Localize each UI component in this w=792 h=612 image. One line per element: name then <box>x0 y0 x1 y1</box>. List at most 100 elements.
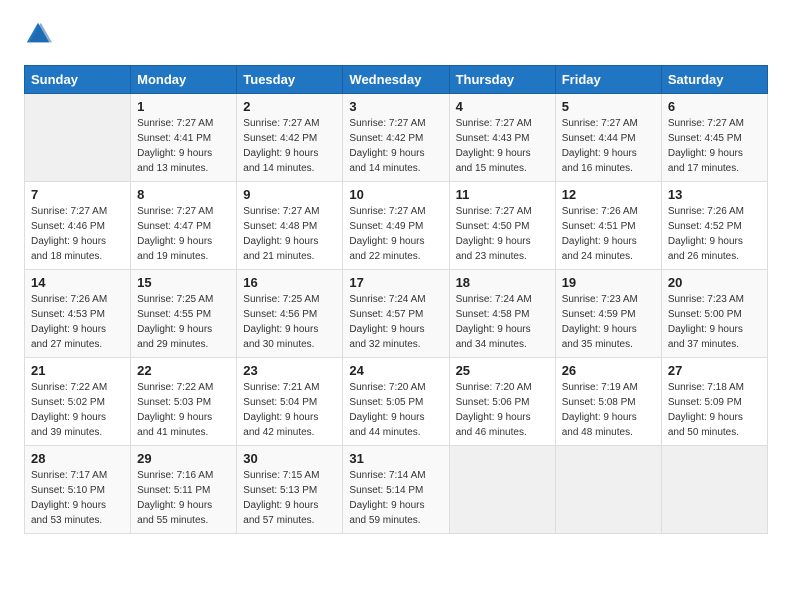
calendar-day-cell: 1Sunrise: 7:27 AMSunset: 4:41 PMDaylight… <box>131 94 237 182</box>
header <box>24 20 768 53</box>
day-number: 13 <box>668 187 761 202</box>
day-info: Sunrise: 7:27 AMSunset: 4:44 PMDaylight:… <box>562 116 655 176</box>
day-number: 27 <box>668 363 761 378</box>
calendar-day-cell: 5 Sunrise: 7:27 AMSunset: 4:44 PMDaylight… <box>555 94 661 182</box>
calendar-week-row: 7 Sunrise: 7:27 AMSunset: 4:46 PMDaylight… <box>25 182 768 270</box>
day-info: Sunrise: 7:27 AMSunset: 4:46 PMDaylight:… <box>31 204 124 264</box>
calendar-day-cell <box>661 446 767 534</box>
calendar-day-cell <box>25 94 131 182</box>
calendar-body: 1Sunrise: 7:27 AMSunset: 4:41 PMDaylight… <box>25 94 768 534</box>
day-info: Sunrise: 7:22 AMSunset: 5:03 PMDaylight:… <box>137 380 230 440</box>
day-number: 23 <box>243 363 336 378</box>
calendar-day-cell: 9 Sunrise: 7:27 AMSunset: 4:48 PMDaylight… <box>237 182 343 270</box>
calendar-table: SundayMondayTuesdayWednesdayThursdayFrid… <box>24 65 768 534</box>
day-number: 1 <box>137 99 230 114</box>
day-number: 18 <box>456 275 549 290</box>
day-number: 7 <box>31 187 124 202</box>
calendar-day-cell: 3 Sunrise: 7:27 AMSunset: 4:42 PMDaylight… <box>343 94 449 182</box>
calendar-week-row: 14 Sunrise: 7:26 AMSunset: 4:53 PMDayligh… <box>25 270 768 358</box>
calendar-day-cell: 28 Sunrise: 7:17 AMSunset: 5:10 PMDayligh… <box>25 446 131 534</box>
day-number: 22 <box>137 363 230 378</box>
day-info: Sunrise: 7:27 AMSunset: 4:43 PMDaylight:… <box>456 116 549 176</box>
day-number: 17 <box>349 275 442 290</box>
day-number: 28 <box>31 451 124 466</box>
calendar-header-cell: Thursday <box>449 66 555 94</box>
day-number: 25 <box>456 363 549 378</box>
day-info: Sunrise: 7:27 AMSunset: 4:48 PMDaylight:… <box>243 204 336 264</box>
calendar-day-cell: 23 Sunrise: 7:21 AMSunset: 5:04 PMDayligh… <box>237 358 343 446</box>
day-number: 31 <box>349 451 442 466</box>
day-info: Sunrise: 7:19 AMSunset: 5:08 PMDaylight:… <box>562 380 655 440</box>
day-number: 9 <box>243 187 336 202</box>
calendar-header-cell: Tuesday <box>237 66 343 94</box>
day-info: Sunrise: 7:18 AMSunset: 5:09 PMDaylight:… <box>668 380 761 440</box>
day-info: Sunrise: 7:25 AMSunset: 4:56 PMDaylight:… <box>243 292 336 352</box>
day-info: Sunrise: 7:25 AMSunset: 4:55 PMDaylight:… <box>137 292 230 352</box>
day-info: Sunrise: 7:27 AMSunset: 4:49 PMDaylight:… <box>349 204 442 264</box>
calendar-header-cell: Monday <box>131 66 237 94</box>
day-number: 24 <box>349 363 442 378</box>
day-info: Sunrise: 7:23 AMSunset: 4:59 PMDaylight:… <box>562 292 655 352</box>
day-info: Sunrise: 7:16 AMSunset: 5:11 PMDaylight:… <box>137 468 230 528</box>
day-number: 20 <box>668 275 761 290</box>
calendar-day-cell <box>449 446 555 534</box>
day-number: 19 <box>562 275 655 290</box>
calendar-header-row: SundayMondayTuesdayWednesdayThursdayFrid… <box>25 66 768 94</box>
calendar-day-cell: 24 Sunrise: 7:20 AMSunset: 5:05 PMDayligh… <box>343 358 449 446</box>
day-number: 30 <box>243 451 336 466</box>
day-number: 21 <box>31 363 124 378</box>
calendar-week-row: 28 Sunrise: 7:17 AMSunset: 5:10 PMDayligh… <box>25 446 768 534</box>
logo-icon <box>24 20 52 53</box>
calendar-day-cell: 6Sunrise: 7:27 AMSunset: 4:45 PMDaylight… <box>661 94 767 182</box>
day-number: 15 <box>137 275 230 290</box>
day-number: 11 <box>456 187 549 202</box>
calendar-day-cell: 18 Sunrise: 7:24 AMSunset: 4:58 PMDayligh… <box>449 270 555 358</box>
day-info: Sunrise: 7:26 AMSunset: 4:53 PMDaylight:… <box>31 292 124 352</box>
calendar-day-cell: 13 Sunrise: 7:26 AMSunset: 4:52 PMDayligh… <box>661 182 767 270</box>
day-info: Sunrise: 7:24 AMSunset: 4:58 PMDaylight:… <box>456 292 549 352</box>
calendar-day-cell: 10Sunrise: 7:27 AMSunset: 4:49 PMDayligh… <box>343 182 449 270</box>
calendar-day-cell: 26 Sunrise: 7:19 AMSunset: 5:08 PMDayligh… <box>555 358 661 446</box>
calendar-header-cell: Friday <box>555 66 661 94</box>
logo <box>24 20 56 53</box>
day-number: 16 <box>243 275 336 290</box>
day-info: Sunrise: 7:20 AMSunset: 5:06 PMDaylight:… <box>456 380 549 440</box>
day-info: Sunrise: 7:21 AMSunset: 5:04 PMDaylight:… <box>243 380 336 440</box>
day-info: Sunrise: 7:17 AMSunset: 5:10 PMDaylight:… <box>31 468 124 528</box>
calendar-day-cell: 16 Sunrise: 7:25 AMSunset: 4:56 PMDayligh… <box>237 270 343 358</box>
calendar-day-cell: 29 Sunrise: 7:16 AMSunset: 5:11 PMDayligh… <box>131 446 237 534</box>
day-info: Sunrise: 7:27 AMSunset: 4:42 PMDaylight:… <box>243 116 336 176</box>
calendar-day-cell: 7 Sunrise: 7:27 AMSunset: 4:46 PMDaylight… <box>25 182 131 270</box>
day-info: Sunrise: 7:14 AMSunset: 5:14 PMDaylight:… <box>349 468 442 528</box>
day-info: Sunrise: 7:27 AMSunset: 4:42 PMDaylight:… <box>349 116 442 176</box>
calendar-day-cell: 15 Sunrise: 7:25 AMSunset: 4:55 PMDayligh… <box>131 270 237 358</box>
calendar-day-cell: 17Sunrise: 7:24 AMSunset: 4:57 PMDayligh… <box>343 270 449 358</box>
calendar-day-cell: 19 Sunrise: 7:23 AMSunset: 4:59 PMDayligh… <box>555 270 661 358</box>
day-number: 6 <box>668 99 761 114</box>
day-number: 3 <box>349 99 442 114</box>
calendar-week-row: 1Sunrise: 7:27 AMSunset: 4:41 PMDaylight… <box>25 94 768 182</box>
calendar-day-cell: 12 Sunrise: 7:26 AMSunset: 4:51 PMDayligh… <box>555 182 661 270</box>
calendar-header-cell: Wednesday <box>343 66 449 94</box>
day-info: Sunrise: 7:15 AMSunset: 5:13 PMDaylight:… <box>243 468 336 528</box>
day-number: 14 <box>31 275 124 290</box>
day-info: Sunrise: 7:27 AMSunset: 4:50 PMDaylight:… <box>456 204 549 264</box>
day-number: 4 <box>456 99 549 114</box>
calendar-week-row: 21Sunrise: 7:22 AMSunset: 5:02 PMDayligh… <box>25 358 768 446</box>
calendar-day-cell: 25 Sunrise: 7:20 AMSunset: 5:06 PMDayligh… <box>449 358 555 446</box>
calendar-day-cell: 8Sunrise: 7:27 AMSunset: 4:47 PMDaylight… <box>131 182 237 270</box>
day-info: Sunrise: 7:26 AMSunset: 4:52 PMDaylight:… <box>668 204 761 264</box>
day-info: Sunrise: 7:27 AMSunset: 4:47 PMDaylight:… <box>137 204 230 264</box>
calendar-day-cell: 22 Sunrise: 7:22 AMSunset: 5:03 PMDayligh… <box>131 358 237 446</box>
calendar-day-cell: 30 Sunrise: 7:15 AMSunset: 5:13 PMDayligh… <box>237 446 343 534</box>
calendar-day-cell <box>555 446 661 534</box>
day-info: Sunrise: 7:26 AMSunset: 4:51 PMDaylight:… <box>562 204 655 264</box>
day-number: 29 <box>137 451 230 466</box>
calendar-header-cell: Saturday <box>661 66 767 94</box>
day-number: 12 <box>562 187 655 202</box>
calendar-day-cell: 14 Sunrise: 7:26 AMSunset: 4:53 PMDayligh… <box>25 270 131 358</box>
day-number: 26 <box>562 363 655 378</box>
calendar-day-cell: 11 Sunrise: 7:27 AMSunset: 4:50 PMDayligh… <box>449 182 555 270</box>
day-info: Sunrise: 7:20 AMSunset: 5:05 PMDaylight:… <box>349 380 442 440</box>
day-number: 5 <box>562 99 655 114</box>
